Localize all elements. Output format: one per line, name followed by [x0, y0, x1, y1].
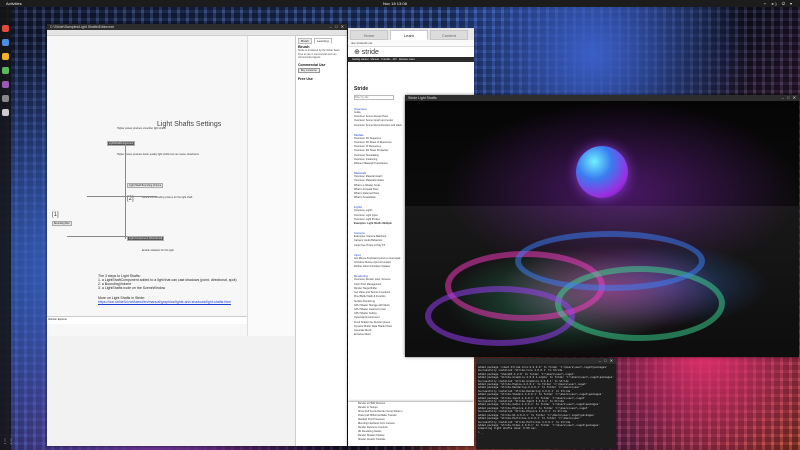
activities-button[interactable]: Activities [6, 1, 22, 6]
top-bar: Activities Nov 18 13:08 ⌁ ◂) ⏻ ▾ [0, 0, 800, 7]
solution-explorer-bar[interactable]: Solution Explorer [47, 316, 247, 324]
terminal-titlebar[interactable]: – □ ✕ [476, 358, 616, 364]
window-controls[interactable]: – □ ✕ [599, 358, 614, 364]
stride-logo[interactable]: ⊕ stride [348, 47, 474, 57]
sidebar-item[interactable]: Shader Creator Tutorials [348, 438, 474, 442]
node-wire [67, 236, 127, 237]
dock-app-icon[interactable] [2, 25, 9, 32]
more-link[interactable]: https://doc.stride3d.net/latest/en/manua… [98, 300, 248, 304]
editor-title: C:\Stride\Samples\Light Shafts\Editor.ex… [50, 25, 115, 29]
dock-app-icon[interactable] [2, 53, 9, 60]
docs-nav[interactable]: Getting started · Manual · Tutorials · A… [348, 57, 474, 62]
window-controls[interactable]: – □ ✕ [330, 24, 345, 30]
solution-explorer-label: Solution Explorer [48, 318, 68, 321]
show-apps-icon[interactable]: ⋮⋮ [2, 439, 14, 446]
editor-window: C:\Stride\Samples\Light Shafts\Editor.ex… [47, 24, 347, 446]
tab-learn[interactable]: Learn [390, 30, 428, 40]
tab-content[interactable]: Content [430, 30, 468, 40]
glowing-sphere [576, 146, 628, 198]
dock-app-icon[interactable] [2, 95, 9, 102]
terminal-output[interactable]: Added package 'nuGet.Stride.Core.9.9.0.0… [476, 364, 616, 436]
canvas-note: Higher values produce smoother light sha… [117, 127, 166, 130]
terminal-line: > _ [478, 430, 483, 434]
dock-app-icon[interactable] [2, 109, 9, 116]
dock-app-icon[interactable] [2, 39, 9, 46]
canvas-heading: Light Shafts Settings [157, 121, 222, 128]
panel-label-1: [1] [52, 212, 59, 218]
canvas-note: Higher values produce better quality lig… [117, 153, 199, 156]
node-bounding-box[interactable]: Bounding Box [52, 221, 72, 226]
help-panel: Brush Learning Brush Stride is produced … [295, 36, 347, 446]
help-paragraph: Stride is produced by the Stride Team. F… [298, 49, 341, 59]
node-bounding-volume[interactable]: Light Shaft Bounding Volume [127, 183, 164, 188]
sidebar-item[interactable]: What is Tessellation [354, 196, 406, 200]
node-wire [87, 196, 157, 197]
dock-app-icon[interactable] [2, 81, 9, 88]
dock: ⋮⋮ [0, 7, 14, 450]
sidebar-item[interactable]: Rubber effect Animation Updater [354, 265, 406, 269]
node-light-shaft-component[interactable]: LightShaftComponent [107, 141, 136, 146]
address-bar[interactable]: doc.stride3d.net [348, 40, 474, 47]
filter-input[interactable] [354, 95, 394, 100]
canvas-note: Enable shadows for this light [142, 249, 174, 252]
light-ring [425, 286, 575, 346]
editor-inspector[interactable] [247, 36, 295, 336]
help-tab-learning[interactable]: Learning [313, 38, 332, 44]
render-window: Stride Light Shafts – □ ✕ [405, 95, 799, 357]
sidebar-item[interactable]: Overview: Scene Reconstruction and stack [354, 124, 406, 128]
node-wire [125, 144, 126, 239]
browser-tabs: Home Learn Content [348, 28, 474, 40]
light-ring [515, 231, 705, 291]
help-heading-commercial: Commercial Use [298, 62, 326, 67]
terminal-window: – □ ✕ Added package 'nuGet.Stride.Core.9… [476, 358, 616, 449]
render-viewport[interactable] [405, 101, 799, 357]
sidebar-item[interactable]: Enhance Mesh [354, 333, 406, 337]
render-title: Stride Light Shafts [408, 96, 437, 100]
editor-titlebar[interactable]: C:\Stride\Samples\Light Shafts\Editor.ex… [47, 24, 347, 30]
dock-app-icon[interactable] [2, 67, 9, 74]
sidebar-item[interactable]: Code Free Props to Play FX [354, 244, 406, 248]
buy-license-button[interactable]: Buy a License [298, 67, 320, 73]
help-heading-free: Free Use [298, 76, 313, 81]
sidebar-item[interactable]: Examples: Light Shafts Multiple [354, 222, 406, 226]
tab-home[interactable]: Home [350, 30, 388, 40]
steps-block: The 3 steps to Light Shafts: 1. a LightS… [98, 274, 248, 304]
browser-lower-list: Render to HDR Textures Render to Texture S… [348, 402, 474, 446]
sidebar-heading: Stride [354, 86, 369, 92]
system-tray[interactable]: ⌁ ◂) ⏻ ▾ [764, 1, 794, 6]
sidebar-item[interactable]: Different Material Propertieses [354, 162, 406, 166]
node-light-component[interactable]: Light Component (Directional) [127, 236, 165, 241]
docs-sidebar: Stride OverviewGuideOverview: Scene Rend… [354, 86, 406, 337]
clock[interactable]: Nov 18 13:08 [383, 1, 407, 6]
